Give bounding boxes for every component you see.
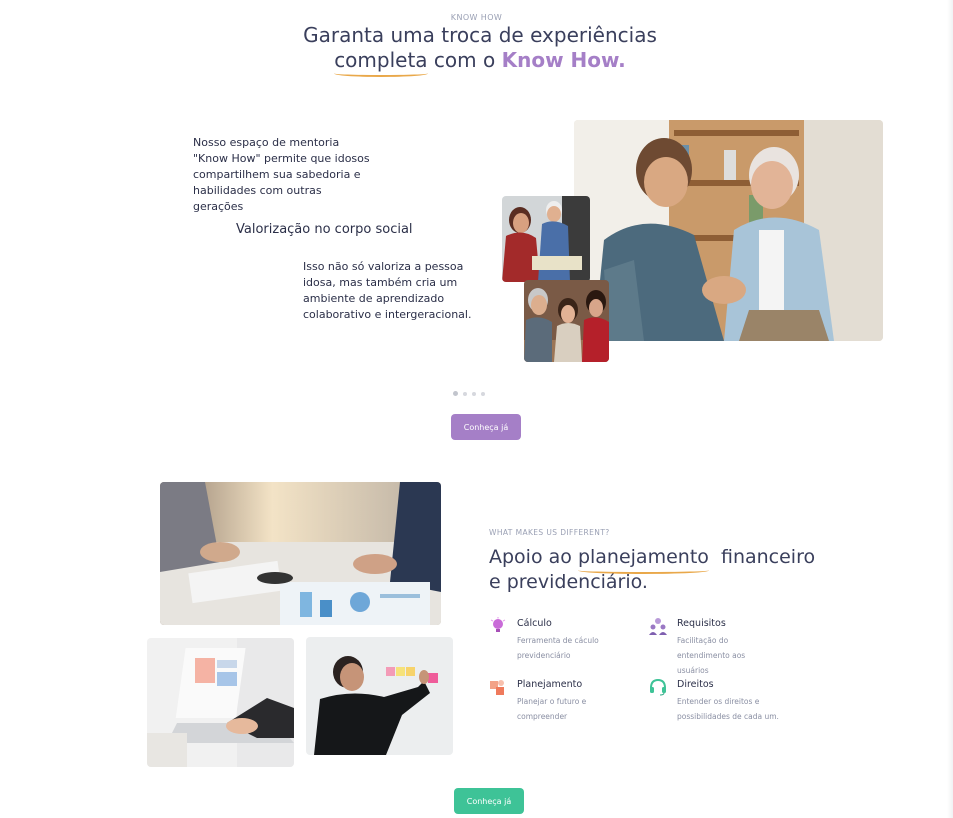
know-how-cta-button[interactable]: Conheça já <box>451 414 521 440</box>
section1-title: Garanta uma troca de experiências comple… <box>250 23 710 77</box>
title-line1: Apoio ao planejamento financeiro <box>489 545 829 574</box>
mentoring-study-photo <box>524 280 609 362</box>
title-accent: Know How. <box>501 48 626 72</box>
section2-eyebrow: WHAT MAKES US DIFFERENT? <box>489 528 610 537</box>
headset-icon <box>649 678 667 700</box>
mentoring-group-photo <box>502 196 590 282</box>
section2-title: Apoio ao planejamento financeiro e previ… <box>489 545 829 595</box>
slider-dot[interactable] <box>472 391 476 396</box>
feature-desc: Facilitação do entendimento aos usuários <box>677 636 746 675</box>
social-value-heading: Valorização no corpo social <box>236 222 413 237</box>
planning-board-photo <box>306 637 453 755</box>
feature-title: Requisitos <box>677 618 726 629</box>
puzzle-icon <box>489 678 507 700</box>
title-post: financeiro <box>708 546 816 568</box>
title-underlined-word: completa <box>334 48 428 77</box>
finance-meeting-photo <box>160 482 441 625</box>
slider-dot[interactable] <box>463 391 467 396</box>
lightbulb-icon <box>489 617 507 639</box>
finance-cta-button[interactable]: Conheça já <box>454 788 524 814</box>
slider-dots <box>453 391 485 396</box>
mentoring-main-photo <box>574 120 883 341</box>
slider-dot[interactable] <box>481 391 485 396</box>
slider-dot[interactable] <box>453 391 458 396</box>
feature-desc: Planejar o futuro e compreender <box>517 697 587 721</box>
title-mid: com o <box>427 48 502 72</box>
feature-desc: Ferramenta de cáculo previdenciário <box>517 636 599 660</box>
title-underlined-word: planejamento <box>577 546 709 574</box>
laptop-typing-photo <box>147 638 294 767</box>
feature-desc: Entender os direitos e possibilidades de… <box>677 697 779 721</box>
mentoring-paragraph: Nosso espaço de mentoria "Know How" perm… <box>193 136 370 213</box>
feature-title: Cálculo <box>517 618 552 629</box>
feature-title: Planejamento <box>517 679 583 690</box>
title-line1: Garanta uma troca de experiências <box>303 23 657 47</box>
users-icon <box>649 617 667 639</box>
social-value-paragraph: Isso não só valoriza a pessoa idosa, mas… <box>303 260 472 321</box>
feature-title: Direitos <box>677 679 714 690</box>
page-edge-shadow <box>947 0 953 818</box>
title-pre: Apoio ao <box>489 546 578 568</box>
section1-eyebrow: KNOW HOW <box>450 13 503 22</box>
title-line2: completa com o Know How. <box>250 48 710 77</box>
